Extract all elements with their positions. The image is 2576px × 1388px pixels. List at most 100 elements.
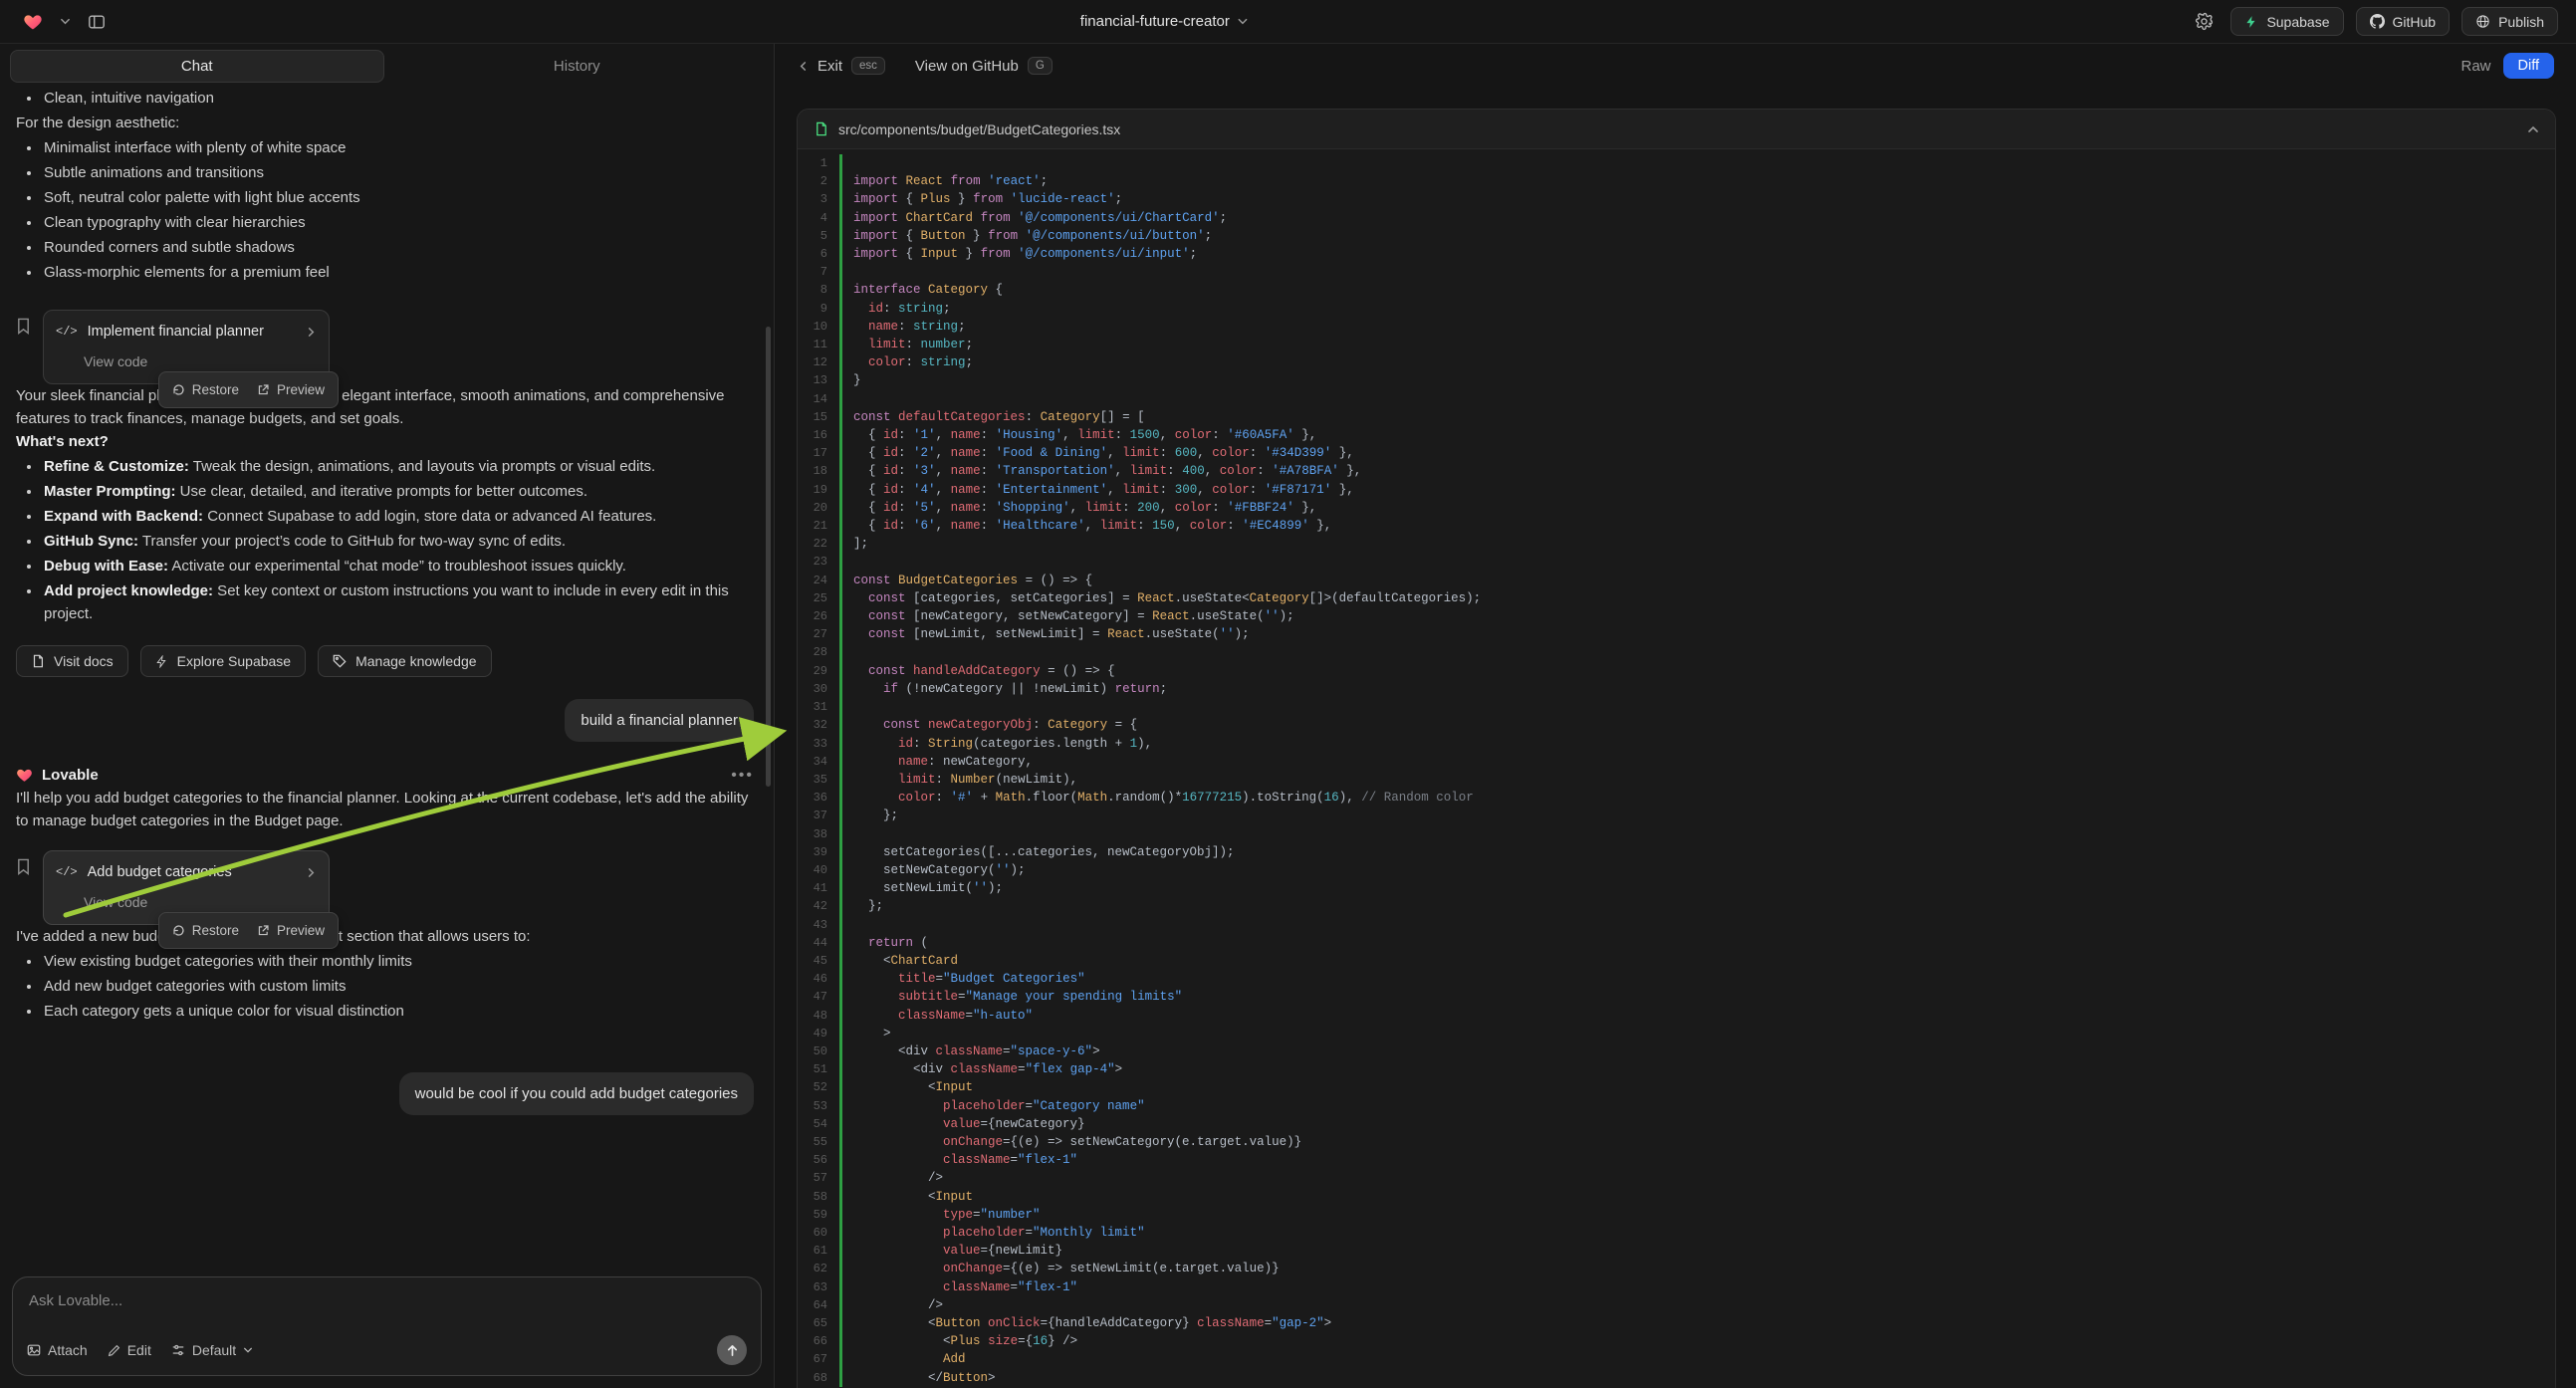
version-card-header[interactable]: </> Add budget categories <box>56 861 317 884</box>
code-line: 30 if (!newCategory || !newLimit) return… <box>798 680 2555 698</box>
restore-button[interactable]: Restore <box>172 378 239 401</box>
globe-icon <box>2475 14 2490 29</box>
code-line: 43 <box>798 916 2555 934</box>
line-number: 19 <box>798 481 839 499</box>
project-name-menu[interactable]: financial-future-creator <box>1080 13 1249 30</box>
restore-button[interactable]: Restore <box>172 919 239 942</box>
code-line: 37 }; <box>798 807 2555 824</box>
list-item: Each category gets a unique color for vi… <box>42 1000 754 1023</box>
code-icon: </> <box>56 321 78 344</box>
list-item: Subtle animations and transitions <box>42 161 754 184</box>
github-button[interactable]: GitHub <box>2356 7 2451 36</box>
tab-chat[interactable]: Chat <box>10 50 384 83</box>
line-number: 25 <box>798 589 839 607</box>
line-number: 53 <box>798 1097 839 1115</box>
code-line: 34 name: newCategory, <box>798 753 2555 771</box>
raw-toggle[interactable]: Raw <box>2460 58 2490 75</box>
code-line: 6import { Input } from '@/components/ui/… <box>798 245 2555 263</box>
line-number: 62 <box>798 1260 839 1277</box>
line-number: 66 <box>798 1332 839 1350</box>
line-number: 20 <box>798 499 839 517</box>
line-number: 38 <box>798 825 839 843</box>
line-number: 10 <box>798 318 839 336</box>
code-content[interactable]: 1 2import React from 'react';3import { P… <box>798 149 2555 1388</box>
sidebar-toggle-icon[interactable] <box>82 7 112 37</box>
view-code-link[interactable]: View code <box>84 350 317 373</box>
version-card-implement-financial-planner[interactable]: </> Implement financial planner View cod… <box>43 310 330 384</box>
code-line: 47 subtitle="Manage your spending limits… <box>798 988 2555 1006</box>
logo-chevron-down-icon[interactable] <box>58 7 72 37</box>
code-line: 33 id: String(categories.length + 1), <box>798 735 2555 753</box>
added-section-intro: I've added a new budget categories manag… <box>16 925 754 948</box>
line-number: 9 <box>798 300 839 318</box>
version-actions: Restore Preview <box>158 912 339 949</box>
line-number: 56 <box>798 1151 839 1169</box>
line-number: 5 <box>798 227 839 245</box>
visit-docs-button[interactable]: Visit docs <box>16 645 128 677</box>
attach-button[interactable]: Attach <box>27 1342 88 1358</box>
top-bar: financial-future-creator Supabase GitHub… <box>0 0 2576 44</box>
chat-message-list[interactable]: Clean, intuitive navigation For the desi… <box>0 85 774 1269</box>
lovable-logo-heart-icon[interactable] <box>18 7 48 37</box>
code-line: 15const defaultCategories: Category[] = … <box>798 408 2555 426</box>
code-line: 7 <box>798 263 2555 281</box>
code-line: 27 const [newLimit, setNewLimit] = React… <box>798 625 2555 643</box>
line-number: 68 <box>798 1369 839 1387</box>
app-window: financial-future-creator Supabase GitHub… <box>0 0 2576 1388</box>
line-number: 35 <box>798 771 839 789</box>
view-on-github-link[interactable]: View on GitHub G <box>915 57 1053 75</box>
line-number: 44 <box>798 934 839 952</box>
line-number: 31 <box>798 698 839 716</box>
line-number: 41 <box>798 879 839 897</box>
code-line: 21 { id: '6', name: 'Healthcare', limit:… <box>798 517 2555 535</box>
bookmark-icon[interactable] <box>16 318 31 335</box>
more-options-icon[interactable]: ••• <box>731 764 754 787</box>
code-line: 53 placeholder="Category name" <box>798 1097 2555 1115</box>
code-line: 39 setCategories([...categories, newCate… <box>798 843 2555 861</box>
manage-knowledge-button[interactable]: Manage knowledge <box>318 645 491 677</box>
default-mode-selector[interactable]: Default <box>171 1342 253 1358</box>
edit-button[interactable]: Edit <box>108 1342 151 1358</box>
view-code-link[interactable]: View code <box>84 891 317 914</box>
chat-panel: Chat History Clean, intuitive navigation… <box>0 44 775 1388</box>
preview-button[interactable]: Preview <box>257 919 325 942</box>
settings-gear-icon[interactable] <box>2189 7 2219 37</box>
code-line: 26 const [newCategory, setNewCategory] =… <box>798 607 2555 625</box>
supabase-button[interactable]: Supabase <box>2230 7 2343 36</box>
chat-scrollbar[interactable] <box>766 327 771 787</box>
line-number: 18 <box>798 462 839 480</box>
publish-button[interactable]: Publish <box>2461 7 2558 36</box>
clipped-bullet-list: Clean, intuitive navigation <box>16 87 754 110</box>
tab-history[interactable]: History <box>390 50 765 83</box>
send-button[interactable] <box>717 1335 747 1365</box>
code-line: 2import React from 'react'; <box>798 172 2555 190</box>
project-name: financial-future-creator <box>1080 13 1230 30</box>
code-line: 17 { id: '2', name: 'Food & Dining', lim… <box>798 444 2555 462</box>
exit-button[interactable]: Exit esc <box>798 57 885 75</box>
design-bullet-list: Minimalist interface with plenty of whit… <box>16 136 754 284</box>
external-link-icon <box>257 924 270 937</box>
code-line: 64 /> <box>798 1296 2555 1314</box>
bookmark-icon[interactable] <box>16 858 31 875</box>
line-number: 61 <box>798 1242 839 1260</box>
code-line: 28 <box>798 643 2555 661</box>
collapse-chevron-up-icon[interactable] <box>2527 123 2539 135</box>
code-line: 62 onChange={(e) => setNewLimit(e.target… <box>798 1260 2555 1277</box>
line-number: 7 <box>798 263 839 281</box>
code-line: 22]; <box>798 535 2555 553</box>
diff-toggle[interactable]: Diff <box>2503 53 2555 79</box>
line-number: 14 <box>798 390 839 408</box>
code-line: 52 <Input <box>798 1078 2555 1096</box>
list-item: View existing budget categories with the… <box>42 950 754 973</box>
line-number: 16 <box>798 426 839 444</box>
document-icon <box>31 654 45 668</box>
version-card-add-budget-categories[interactable]: </> Add budget categories View code Rest… <box>43 850 330 925</box>
code-line: 41 setNewLimit(''); <box>798 879 2555 897</box>
chat-input[interactable] <box>27 1290 747 1316</box>
line-number: 55 <box>798 1133 839 1151</box>
planner-ready-text: Your sleek financial planner is now read… <box>16 384 754 430</box>
version-card-header[interactable]: </> Implement financial planner <box>56 321 317 344</box>
explore-supabase-button[interactable]: Explore Supabase <box>140 645 306 677</box>
preview-button[interactable]: Preview <box>257 378 325 401</box>
file-header[interactable]: src/components/budget/BudgetCategories.t… <box>798 110 2555 149</box>
